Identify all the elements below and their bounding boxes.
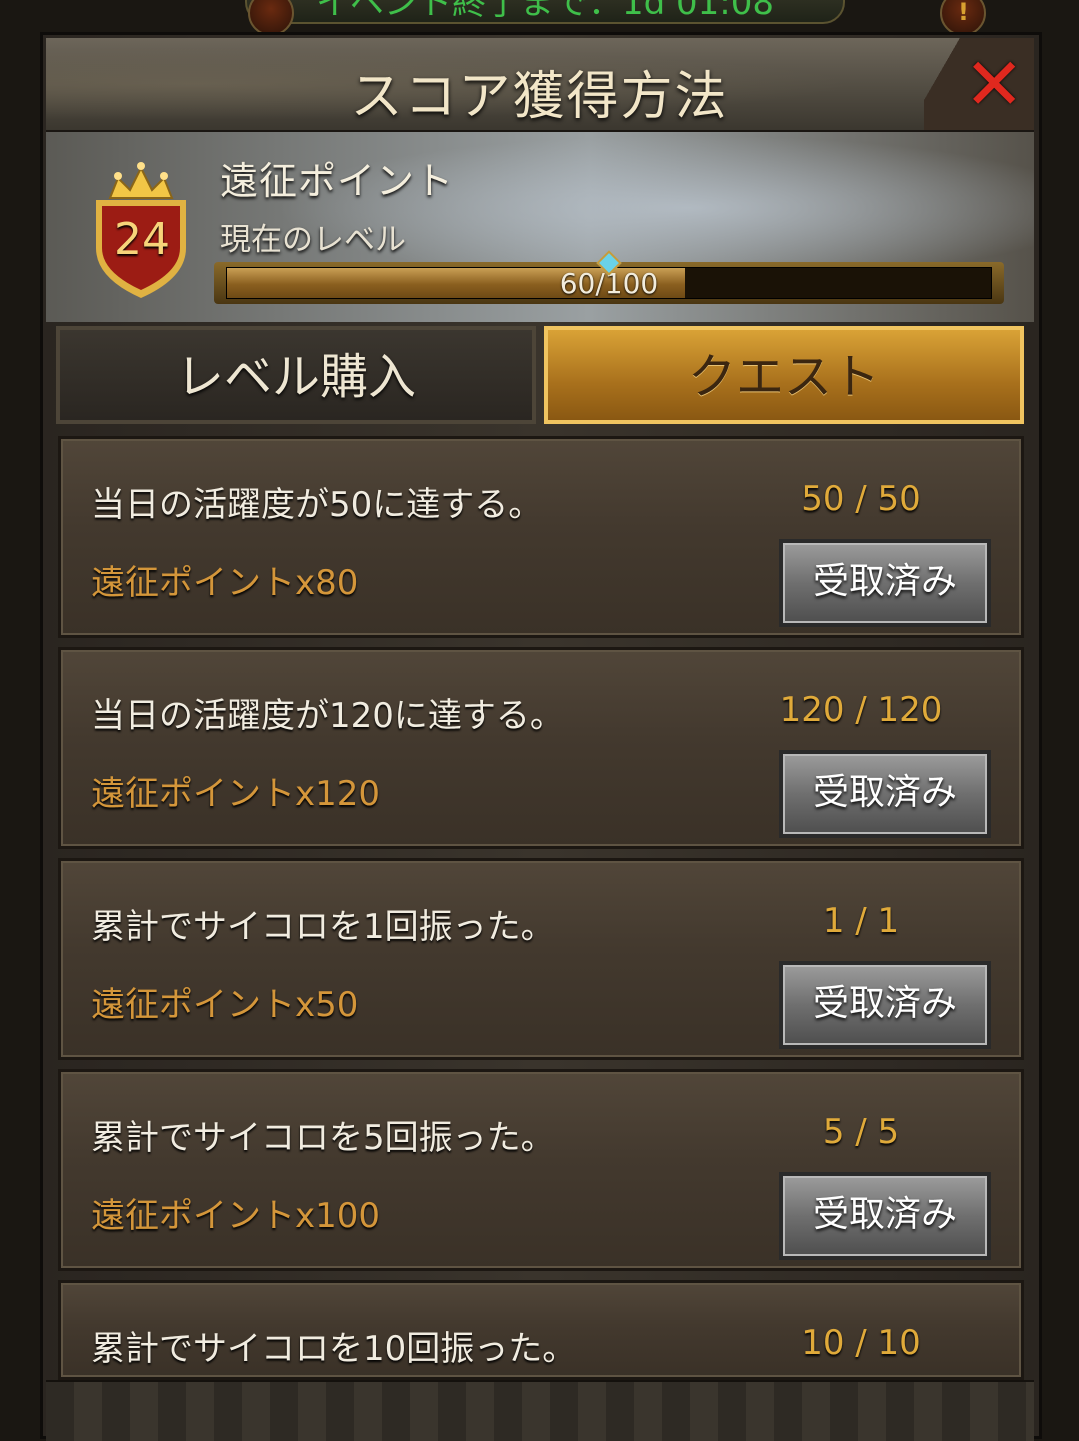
current-level-label: 現在のレベル: [220, 222, 406, 258]
quest-description: 当日の活躍度が120に達する。: [91, 696, 564, 736]
quest-progress: 5 / 5: [822, 1112, 900, 1152]
close-button[interactable]: ✕: [924, 38, 1034, 130]
dialog-title: スコア獲得方法: [350, 67, 729, 127]
alert-icon[interactable]: [940, 0, 986, 36]
claimed-button[interactable]: 受取済み: [779, 750, 991, 838]
quest-progress: 120 / 120: [779, 690, 943, 730]
quest-reward: 遠征ポイントx100: [91, 1196, 381, 1236]
quest-reward: 遠征ポイントx80: [91, 563, 359, 603]
quest-item: 当日の活躍度が50に達する。 50 / 50 遠征ポイントx80 受取済み: [58, 436, 1024, 638]
claimed-button[interactable]: 受取済み: [779, 1172, 991, 1260]
claimed-button[interactable]: 受取済み: [779, 961, 991, 1049]
quest-item: 当日の活躍度が120に達する。 120 / 120 遠征ポイントx120 受取済…: [58, 647, 1024, 849]
quest-description: 当日の活躍度が50に達する。: [91, 485, 543, 525]
points-title: 遠征ポイント: [220, 159, 455, 203]
banner-left-ornament: [248, 0, 294, 36]
quest-item: 累計でサイコロを1回振った。 1 / 1 遠征ポイントx50 受取済み: [58, 858, 1024, 1060]
claimed-button[interactable]: 受取済み: [779, 539, 991, 627]
quest-item: 累計でサイコロを10回振った。 10 / 10: [58, 1280, 1024, 1380]
quest-item: 累計でサイコロを5回振った。 5 / 5 遠征ポイントx100 受取済み: [58, 1069, 1024, 1271]
tab-level-purchase[interactable]: レベル購入: [56, 326, 536, 424]
bottom-ornament-strip: [46, 1380, 1034, 1441]
close-icon: ✕: [964, 42, 1025, 126]
quest-description: 累計でサイコロを5回振った。: [91, 1118, 555, 1158]
quest-reward: 遠征ポイントx50: [91, 985, 359, 1025]
level-number: 24: [114, 214, 170, 265]
event-timer-banner: イベント終了まで：1d 01:08: [245, 0, 845, 24]
quest-progress: 1 / 1: [822, 901, 900, 941]
quest-description: 累計でサイコロを1回振った。: [91, 907, 555, 947]
quest-progress: 10 / 10: [801, 1323, 921, 1363]
quest-progress: 50 / 50: [801, 479, 921, 519]
quest-reward: 遠征ポイントx120: [91, 774, 381, 814]
quest-description: 累計でサイコロを10回振った。: [91, 1329, 577, 1369]
tab-quest[interactable]: クエスト: [544, 326, 1024, 424]
